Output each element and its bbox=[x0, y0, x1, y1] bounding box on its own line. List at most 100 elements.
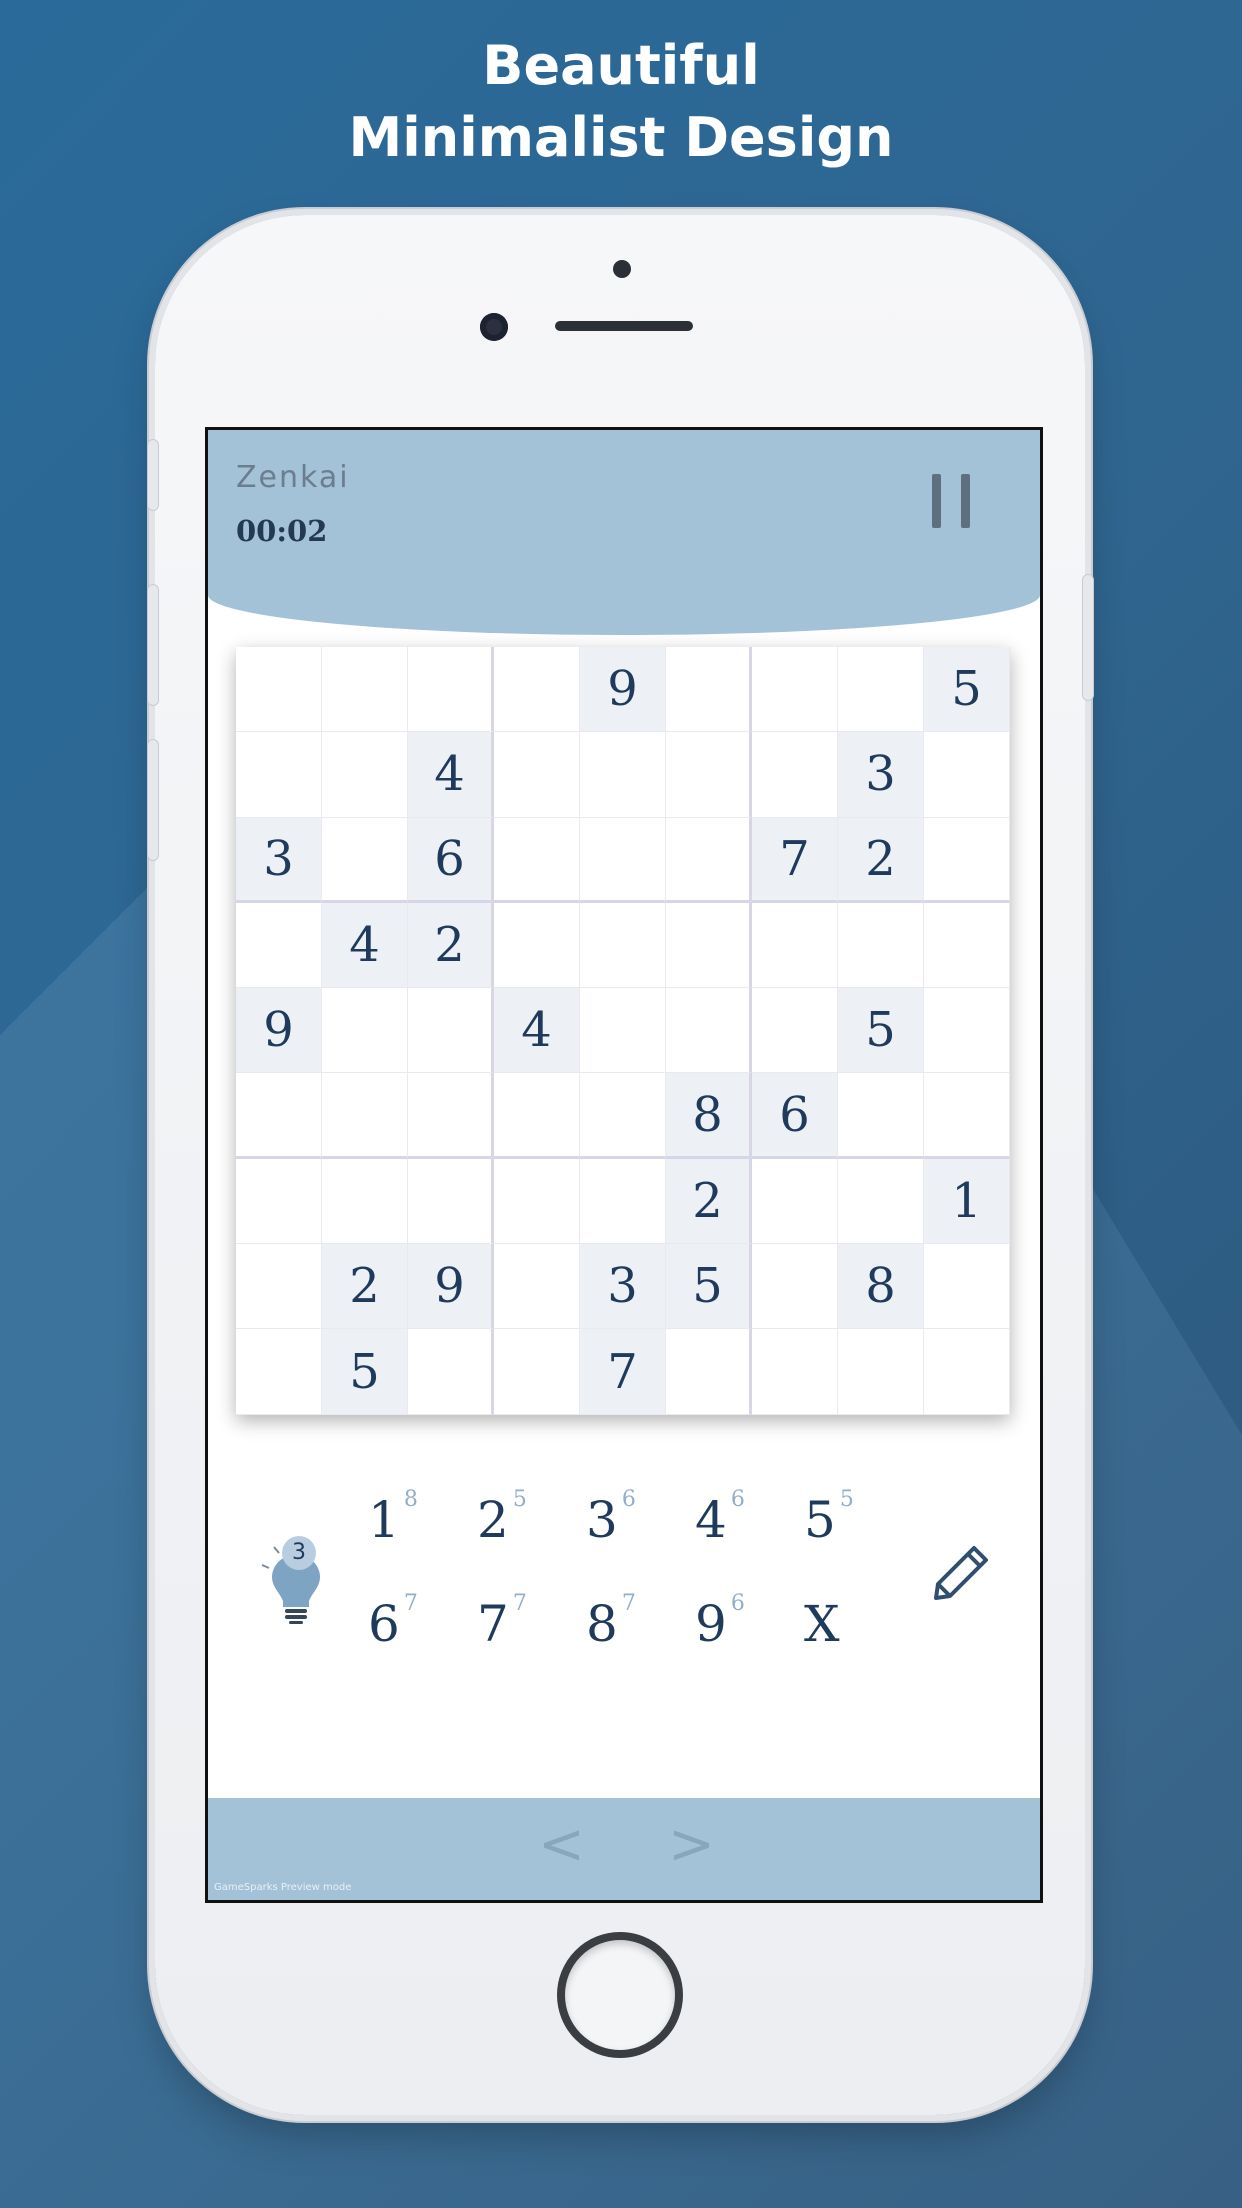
number-key-5[interactable]: 55 bbox=[804, 1485, 894, 1555]
sudoku-cell[interactable]: 2 bbox=[322, 1244, 408, 1330]
sudoku-cell[interactable] bbox=[580, 988, 666, 1074]
sudoku-cell[interactable] bbox=[580, 732, 666, 818]
sudoku-cell[interactable] bbox=[494, 647, 580, 733]
sudoku-cell[interactable]: 6 bbox=[408, 817, 494, 903]
number-key-8[interactable]: 87 bbox=[586, 1589, 676, 1659]
previous-button[interactable]: < bbox=[538, 1812, 585, 1877]
number-key-3[interactable]: 36 bbox=[586, 1485, 676, 1555]
pencil-icon[interactable] bbox=[930, 1542, 992, 1604]
sudoku-cell[interactable] bbox=[408, 1329, 494, 1415]
sudoku-cell[interactable]: 7 bbox=[752, 817, 838, 903]
remaining-count: 6 bbox=[730, 1487, 745, 1512]
phone-home-button[interactable] bbox=[557, 1932, 683, 2058]
sudoku-cell[interactable] bbox=[580, 1073, 666, 1159]
sudoku-cell[interactable]: 2 bbox=[838, 817, 924, 903]
sudoku-cell[interactable]: 6 bbox=[752, 1073, 838, 1159]
number-key-9[interactable]: 96 bbox=[695, 1589, 785, 1659]
sudoku-board: 954336724294586212935857 bbox=[236, 647, 1010, 1415]
sudoku-cell[interactable] bbox=[752, 1158, 838, 1245]
sudoku-cell[interactable] bbox=[752, 1244, 838, 1330]
sudoku-cell[interactable]: 2 bbox=[666, 1158, 752, 1245]
number-key-label: 4 bbox=[695, 1491, 727, 1549]
sudoku-cell[interactable] bbox=[838, 1158, 924, 1245]
sudoku-cell[interactable] bbox=[580, 817, 666, 903]
number-key-7[interactable]: 77 bbox=[477, 1589, 567, 1659]
sudoku-cell[interactable] bbox=[322, 1158, 408, 1245]
sudoku-cell[interactable] bbox=[236, 1073, 322, 1159]
sudoku-cell[interactable] bbox=[924, 732, 1010, 818]
sudoku-cell[interactable]: 3 bbox=[236, 817, 322, 903]
sudoku-cell[interactable] bbox=[322, 817, 408, 903]
erase-button[interactable]: X bbox=[804, 1589, 894, 1659]
sudoku-cell[interactable] bbox=[924, 817, 1010, 903]
sudoku-cell[interactable]: 8 bbox=[838, 1244, 924, 1330]
pause-icon[interactable] bbox=[932, 474, 972, 528]
sudoku-cell[interactable]: 3 bbox=[838, 732, 924, 818]
sudoku-cell[interactable] bbox=[236, 732, 322, 818]
sudoku-cell[interactable] bbox=[580, 1158, 666, 1245]
sudoku-cell[interactable]: 1 bbox=[924, 1158, 1010, 1245]
sudoku-cell[interactable] bbox=[580, 902, 666, 989]
sudoku-cell[interactable]: 9 bbox=[408, 1244, 494, 1330]
sudoku-cell[interactable] bbox=[236, 1329, 322, 1415]
sudoku-cell[interactable] bbox=[322, 732, 408, 818]
sudoku-cell[interactable]: 7 bbox=[580, 1329, 666, 1415]
sudoku-cell[interactable]: 9 bbox=[236, 988, 322, 1074]
sudoku-cell[interactable] bbox=[752, 647, 838, 733]
sudoku-cell[interactable] bbox=[752, 1329, 838, 1415]
sudoku-cell[interactable]: 3 bbox=[580, 1244, 666, 1330]
sudoku-cell[interactable] bbox=[666, 988, 752, 1074]
sudoku-cell[interactable]: 4 bbox=[322, 902, 408, 989]
sudoku-cell[interactable] bbox=[838, 1073, 924, 1159]
sudoku-cell[interactable]: 5 bbox=[924, 647, 1010, 733]
sudoku-cell[interactable]: 4 bbox=[494, 988, 580, 1074]
sudoku-cell[interactable]: 5 bbox=[838, 988, 924, 1074]
sudoku-cell[interactable] bbox=[666, 732, 752, 818]
number-key-6[interactable]: 67 bbox=[368, 1589, 458, 1659]
sudoku-cell[interactable] bbox=[236, 1244, 322, 1330]
next-button[interactable]: > bbox=[668, 1812, 715, 1877]
sudoku-cell[interactable] bbox=[236, 1158, 322, 1245]
sudoku-cell[interactable] bbox=[408, 1073, 494, 1159]
sudoku-cell[interactable] bbox=[408, 988, 494, 1074]
sudoku-cell[interactable] bbox=[408, 647, 494, 733]
sudoku-cell[interactable] bbox=[494, 817, 580, 903]
sudoku-cell[interactable] bbox=[666, 817, 752, 903]
sudoku-cell[interactable] bbox=[752, 988, 838, 1074]
sudoku-cell[interactable] bbox=[236, 902, 322, 989]
sudoku-cell[interactable]: 5 bbox=[666, 1244, 752, 1330]
number-key-4[interactable]: 46 bbox=[695, 1485, 785, 1555]
sudoku-cell[interactable] bbox=[924, 1073, 1010, 1159]
sudoku-cell[interactable] bbox=[666, 1329, 752, 1415]
sudoku-cell[interactable]: 9 bbox=[580, 647, 666, 733]
sudoku-cell[interactable] bbox=[666, 902, 752, 989]
sudoku-cell[interactable] bbox=[494, 902, 580, 989]
sudoku-cell[interactable] bbox=[494, 732, 580, 818]
sudoku-cell[interactable] bbox=[494, 1158, 580, 1245]
sudoku-cell[interactable] bbox=[924, 902, 1010, 989]
remaining-count: 6 bbox=[621, 1487, 636, 1512]
number-key-1[interactable]: 18 bbox=[368, 1485, 458, 1555]
sudoku-cell[interactable] bbox=[752, 902, 838, 989]
sudoku-cell[interactable] bbox=[494, 1073, 580, 1159]
sudoku-cell[interactable]: 4 bbox=[408, 732, 494, 818]
sudoku-cell[interactable] bbox=[494, 1244, 580, 1330]
sudoku-cell[interactable] bbox=[666, 647, 752, 733]
sudoku-cell[interactable] bbox=[752, 732, 838, 818]
sudoku-cell[interactable]: 5 bbox=[322, 1329, 408, 1415]
number-key-2[interactable]: 25 bbox=[477, 1485, 567, 1555]
sudoku-cell[interactable] bbox=[494, 1329, 580, 1415]
sudoku-cell[interactable] bbox=[924, 988, 1010, 1074]
sudoku-cell[interactable] bbox=[838, 647, 924, 733]
sudoku-cell[interactable] bbox=[236, 647, 322, 733]
sudoku-cell[interactable] bbox=[322, 1073, 408, 1159]
sudoku-cell[interactable] bbox=[838, 902, 924, 989]
sudoku-cell[interactable] bbox=[322, 988, 408, 1074]
sudoku-cell[interactable] bbox=[924, 1329, 1010, 1415]
sudoku-cell[interactable] bbox=[838, 1329, 924, 1415]
sudoku-cell[interactable] bbox=[408, 1158, 494, 1245]
sudoku-cell[interactable]: 2 bbox=[408, 902, 494, 989]
sudoku-cell[interactable] bbox=[322, 647, 408, 733]
sudoku-cell[interactable]: 8 bbox=[666, 1073, 752, 1159]
sudoku-cell[interactable] bbox=[924, 1244, 1010, 1330]
